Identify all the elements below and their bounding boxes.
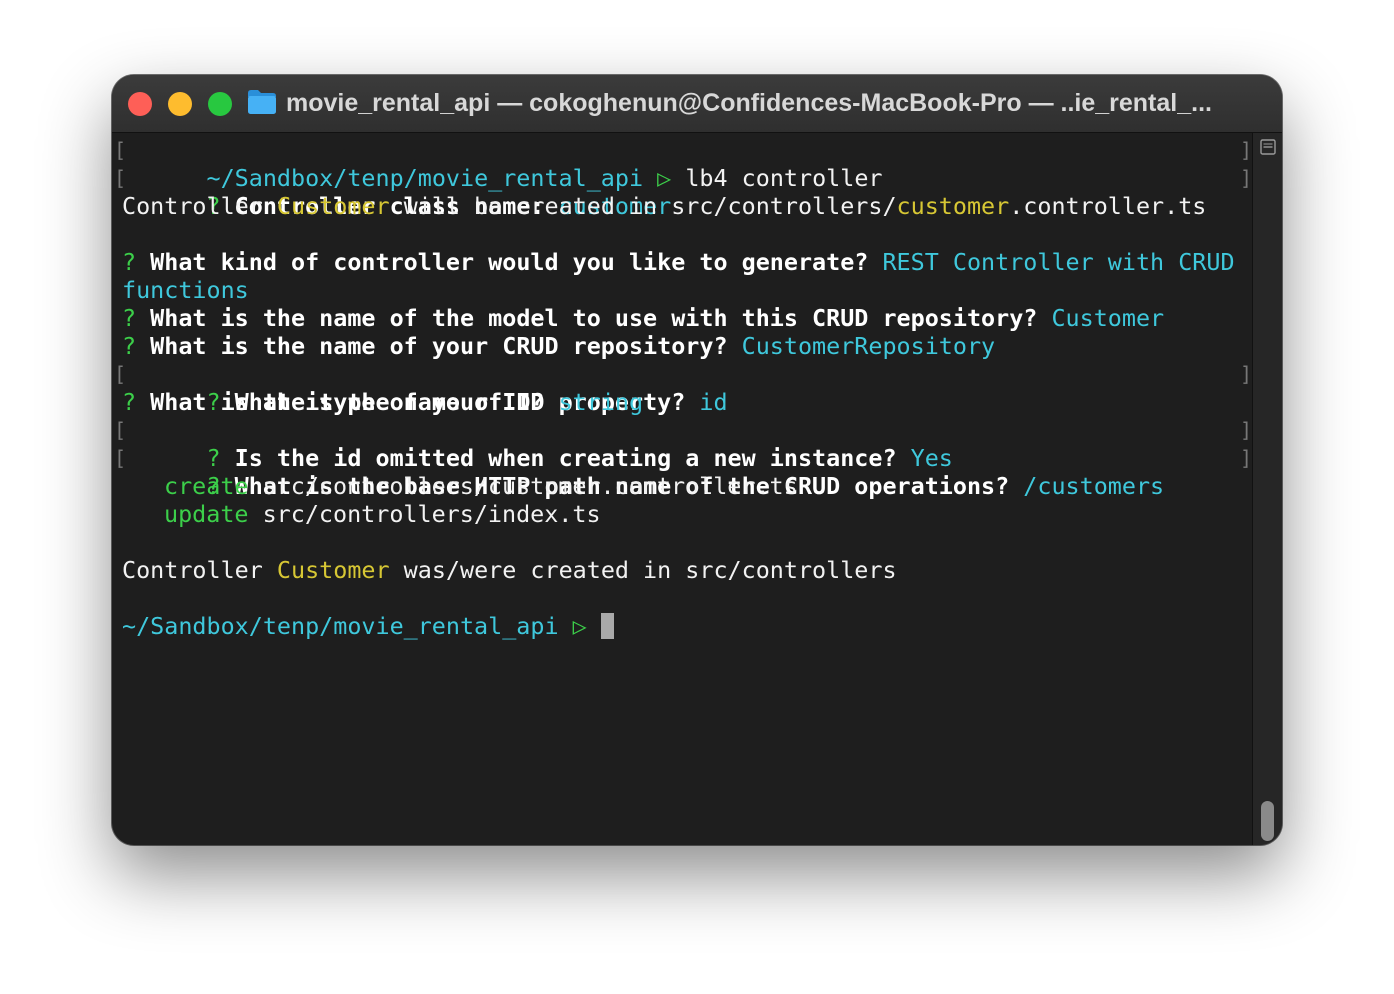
question-mark: ?	[122, 388, 137, 416]
active-prompt-line[interactable]: ~/Sandbox/tenp/movie_rental_api ▷	[112, 612, 1252, 640]
output-line: ? What is the type of your ID? string	[112, 388, 1252, 416]
question-mark: ?	[122, 248, 137, 276]
question-mark: ?	[122, 332, 137, 360]
output-line: [? What is the base HTTP path name of th…	[112, 444, 1253, 500]
output-line: ? What is the name of your CRUD reposito…	[112, 332, 1252, 360]
highlight-text: customer	[896, 192, 1010, 220]
terminal-window: movie_rental_api — cokoghenun@Confidence…	[112, 75, 1282, 845]
zoom-button[interactable]	[208, 92, 232, 116]
command-line: [~/Sandbox/tenp/movie_rental_api ▷ lb4 c…	[112, 136, 1253, 192]
scrollbar[interactable]	[1252, 133, 1282, 845]
prompt-symbol: ▷	[572, 612, 587, 640]
terminal-output[interactable]: [~/Sandbox/tenp/movie_rental_api ▷ lb4 c…	[112, 133, 1252, 845]
file-path: src/controllers/customer.controller.ts	[248, 472, 798, 500]
question-text: What is the type of your ID?	[136, 388, 559, 416]
output-line: create src/controllers/customer.controll…	[112, 472, 1252, 500]
answer-text: Customer	[1051, 304, 1165, 332]
question-text: What is the name of the model to use wit…	[136, 304, 1052, 332]
line-marker-left: [	[114, 138, 127, 162]
title-bar[interactable]: movie_rental_api — cokoghenun@Confidence…	[112, 75, 1282, 133]
highlight-text: Customer	[276, 556, 390, 584]
answer-text: functions	[122, 276, 249, 304]
line-marker-right: ]	[1240, 138, 1253, 162]
output-line: [? What is the name of ID property? id ]	[112, 360, 1253, 416]
scrollbar-thumb[interactable]	[1261, 801, 1274, 841]
split-pane-icon[interactable]	[1260, 139, 1276, 155]
question-text: What kind of controller would you like t…	[136, 248, 883, 276]
line-marker-right: ]	[1240, 166, 1253, 190]
minimize-button[interactable]	[168, 92, 192, 116]
output-line: Controller Customer will be created in s…	[112, 192, 1252, 220]
output-text: Controller	[122, 556, 277, 584]
window-title: movie_rental_api — cokoghenun@Confidence…	[286, 89, 1212, 117]
create-label: create	[164, 472, 249, 500]
output-line: update src/controllers/index.ts	[112, 500, 1252, 528]
output-text: will be created in src/controllers/	[389, 192, 897, 220]
output-text: was/were created in src/controllers	[389, 556, 897, 584]
line-marker-left: [	[114, 166, 127, 190]
question-mark: ?	[122, 304, 137, 332]
output-text: .controller.ts	[1009, 192, 1207, 220]
highlight-text: Customer	[276, 192, 390, 220]
line-marker-left: [	[114, 446, 127, 470]
prompt-path: ~/Sandbox/tenp/movie_rental_api	[122, 612, 559, 640]
close-button[interactable]	[128, 92, 152, 116]
folder-icon	[248, 90, 276, 114]
text-cursor[interactable]	[600, 613, 614, 639]
update-label: update	[164, 500, 249, 528]
line-marker-right: ]	[1240, 362, 1253, 386]
line-marker-left: [	[114, 362, 127, 386]
output-line: [? Controller class name: customer ]	[112, 164, 1253, 220]
output-line: ? What kind of controller would you like…	[112, 248, 1252, 276]
output-line: ? What is the name of the model to use w…	[112, 304, 1252, 332]
answer-text: CustomerRepository	[741, 332, 996, 360]
line-marker-right: ]	[1240, 418, 1253, 442]
output-line: Controller Customer was/were created in …	[112, 556, 1252, 584]
answer-text: REST Controller with CRUD	[882, 248, 1235, 276]
output-line: [? Is the id omitted when creating a new…	[112, 416, 1253, 472]
answer-text: string	[558, 388, 644, 416]
output-line: functions	[112, 276, 1252, 304]
file-path: src/controllers/index.ts	[248, 500, 601, 528]
question-text: What is the name of your CRUD repository…	[136, 332, 742, 360]
line-marker-left: [	[114, 418, 127, 442]
line-marker-right: ]	[1240, 446, 1253, 470]
output-text: Controller	[122, 192, 277, 220]
